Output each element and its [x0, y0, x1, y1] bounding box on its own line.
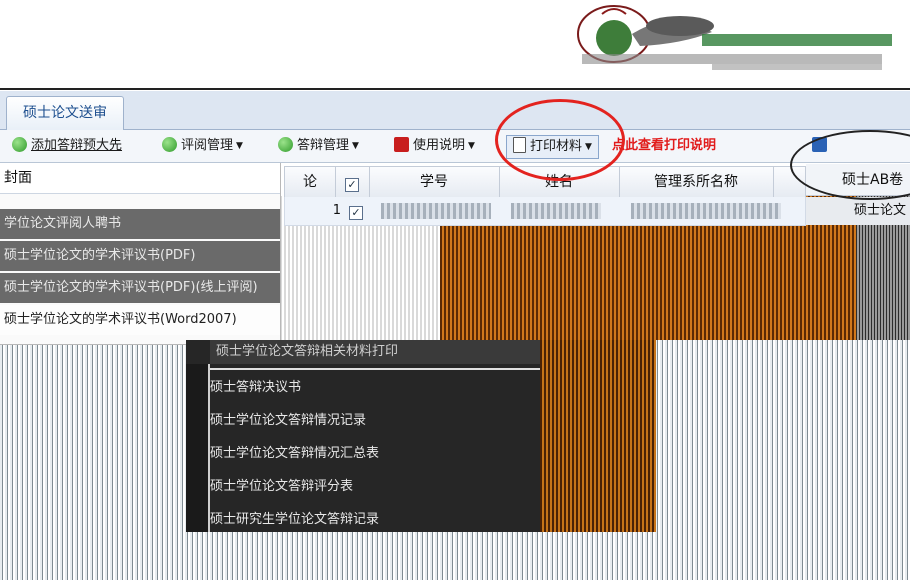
university-logo [577, 5, 892, 70]
tab-strip [0, 91, 910, 130]
defense-manage-button[interactable]: 答辩管理 ▼ [278, 135, 359, 157]
chevron-down-icon: ▼ [236, 141, 243, 151]
submenu-item-defense-log[interactable]: 硕士研究生学位论文答辩记录 [210, 505, 379, 535]
menu-item-reviewer-letter[interactable]: 学位论文评阅人聘书 [0, 209, 280, 239]
toolbar: 添加答辩预大先 评阅管理 ▼ 答辩管理 ▼ 使用说明 ▼ 打印材料 ▼ 点此查看打印说明 [0, 130, 910, 163]
column-header-student-id[interactable]: 学号 [369, 167, 500, 197]
menu-item-review-pdf[interactable]: 硕士学位论文的学术评议书(PDF) [0, 241, 280, 271]
menu-item-review-pdf-online[interactable]: 硕士学位论文的学术评议书(PDF)(线上评阅) [0, 273, 280, 303]
review-manage-button[interactable]: 评阅管理 ▼ [162, 135, 243, 157]
redacted-student-id [381, 203, 491, 219]
add-expert-button[interactable]: 添加答辩预大先 [12, 135, 122, 157]
submenu-item-summary[interactable]: 硕士学位论文答辩情况汇总表 [210, 439, 379, 469]
redacted-department [631, 203, 781, 219]
defense-icon [278, 137, 293, 152]
submenu-item-record[interactable]: 硕士学位论文答辩情况记录 [210, 406, 366, 436]
add-icon [12, 137, 27, 152]
menu-item-cover[interactable]: 封面 [0, 163, 280, 194]
annotation-circle [495, 99, 625, 181]
submenu-artifact [540, 340, 656, 532]
row-checkbox[interactable]: ✓ [349, 197, 369, 225]
chevron-down-icon: ▼ [468, 141, 475, 151]
submenu-item-score-sheet[interactable]: 硕士学位论文答辩评分表 [210, 472, 353, 502]
header-divider [0, 88, 910, 90]
column-header-department[interactable]: 管理系所名称 [619, 167, 774, 197]
table-row[interactable]: 1 ✓ [284, 197, 806, 226]
book-icon [394, 137, 409, 152]
defense-manage-label: 答辩管理 [297, 138, 350, 153]
right-panel-row: 硕士论文 [806, 197, 910, 225]
add-expert-label: 添加答辩预大先 [31, 138, 123, 153]
select-all-checkbox[interactable]: ✓ [335, 167, 370, 197]
submenu-item-resolution[interactable]: 硕士答辩决议书 [210, 373, 301, 403]
redacted-name [511, 203, 601, 219]
submenu-gutter [186, 364, 210, 532]
review-icon [162, 137, 177, 152]
checkbox-icon: ✓ [345, 178, 359, 192]
usage-guide-label: 使用说明 [413, 138, 466, 153]
print-hint-link[interactable]: 点此查看打印说明 [612, 135, 716, 157]
tab-thesis-review[interactable]: 硕士论文送审 [6, 96, 124, 130]
checkbox-icon: ✓ [349, 206, 363, 220]
usage-guide-button[interactable]: 使用说明 ▼ [394, 135, 475, 157]
submenu-divider [210, 368, 540, 370]
menu-item-review-word[interactable]: 硕士学位论文的学术评议书(Word2007) [0, 305, 280, 335]
column-header[interactable]: 论 [285, 167, 336, 197]
chevron-down-icon: ▼ [352, 141, 359, 151]
submenu-header[interactable]: 硕士学位论文答辩相关材料打印 [210, 340, 540, 364]
review-manage-label: 评阅管理 [181, 138, 234, 153]
row-index: 1 [332, 203, 341, 218]
